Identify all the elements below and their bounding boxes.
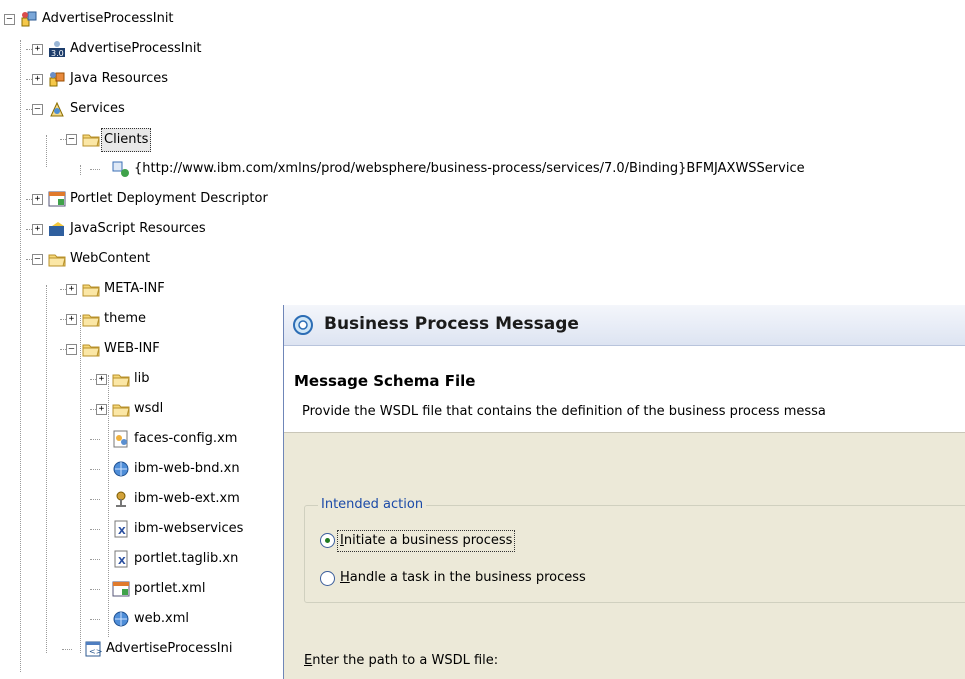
project-icon: [21, 11, 37, 27]
java-resources-icon: [49, 72, 65, 87]
initiate-process-label: Initiate a business process: [337, 530, 516, 552]
folder-icon: [82, 134, 100, 147]
dialog-title: Business Process Message: [324, 314, 579, 334]
faces-config-icon: [113, 430, 128, 448]
tree-node-label: WebContent: [70, 251, 151, 266]
tree-connector: [90, 589, 100, 590]
tree-node-label: {http://www.ibm.com/xmlns/prod/websphere…: [134, 161, 805, 176]
handle-task-label: Handle a task in the business process: [340, 570, 586, 585]
tree-node-label: Java Resources: [70, 71, 168, 86]
intended-action-label: Intended action: [318, 497, 427, 512]
header-description: Provide the WSDL file that contains the …: [302, 404, 826, 419]
tree-node-label: ibm-webservices: [134, 521, 244, 536]
tree-node-label: theme: [104, 311, 146, 326]
svg-text:<>: <>: [89, 647, 102, 656]
xml-file-icon: X: [114, 550, 128, 568]
tree-connector: [90, 619, 100, 620]
expand-toggle[interactable]: +: [96, 374, 107, 385]
expand-toggle[interactable]: +: [32, 44, 43, 55]
collapse-toggle[interactable]: –: [32, 254, 43, 265]
collapse-toggle[interactable]: –: [66, 344, 77, 355]
expand-toggle[interactable]: +: [96, 404, 107, 415]
collapse-toggle[interactable]: –: [66, 134, 77, 145]
services-icon: [50, 101, 64, 117]
tree-node-label: AdvertiseProcessIni: [106, 641, 233, 656]
folder-icon: [112, 404, 130, 417]
tree-connector: [90, 469, 100, 470]
tree-node-label: AdvertiseProcessInit: [42, 11, 174, 26]
intended-action-group: [304, 505, 965, 603]
tree-connector: [90, 499, 100, 500]
expand-toggle[interactable]: +: [66, 284, 77, 295]
handle-task-radio[interactable]: [320, 571, 335, 586]
tree-connector: [62, 649, 72, 650]
wsdl-path-label: Enter the path to a WSDL file:: [304, 653, 499, 668]
tree-connector: [90, 559, 100, 560]
javascript-resources-icon: [49, 222, 64, 236]
folder-icon: [82, 284, 100, 297]
tree-connector: [90, 169, 100, 170]
expand-toggle[interactable]: +: [32, 194, 43, 205]
tree-node-label: wsdl: [134, 401, 164, 416]
tree-node-label: META-INF: [104, 281, 165, 296]
svg-text:X: X: [118, 526, 126, 537]
tree-connector: [90, 439, 100, 440]
tree-node-label: lib: [134, 371, 150, 386]
tree-node-label: portlet.taglib.xn: [134, 551, 239, 566]
tree-node-label: Clients: [101, 128, 152, 152]
initiate-process-radio[interactable]: [320, 533, 335, 548]
xml-file-icon: X: [114, 520, 128, 538]
service-client-icon: [112, 161, 129, 177]
tree-connector: [90, 529, 100, 530]
tree-node-label: Portlet Deployment Descriptor: [70, 191, 268, 206]
collapse-toggle[interactable]: –: [32, 104, 43, 115]
tree-node-label: ibm-web-bnd.xn: [134, 461, 240, 476]
expand-toggle[interactable]: +: [66, 314, 77, 325]
folder-icon: [82, 344, 100, 357]
header-title: Message Schema File: [294, 372, 476, 390]
globe-icon: [113, 611, 129, 627]
business-process-icon: [293, 315, 313, 335]
folder-icon: [112, 374, 130, 387]
tree-node-label: JavaScript Resources: [70, 221, 206, 236]
web-ext-icon: [116, 491, 126, 507]
collapse-toggle[interactable]: –: [4, 14, 15, 25]
folder-icon: [48, 254, 66, 267]
expand-toggle[interactable]: +: [32, 74, 43, 85]
tree-node-label: faces-config.xm: [134, 431, 238, 446]
version-30-icon: 3.0: [49, 41, 65, 58]
svg-text:3.0: 3.0: [51, 49, 64, 58]
portlet-descriptor-icon: [48, 191, 66, 207]
dialog-titlebar[interactable]: Business Process Message: [284, 305, 965, 346]
portlet-xml-icon: [112, 581, 130, 597]
globe-icon: [113, 461, 129, 477]
web-app-file-icon: <>: [85, 641, 102, 657]
tree-node-label: AdvertiseProcessInit: [70, 41, 202, 56]
business-process-message-dialog: Business Process Message Message Schema …: [283, 305, 965, 679]
svg-text:X: X: [118, 556, 126, 567]
expand-toggle[interactable]: +: [32, 224, 43, 235]
tree-node-label: ibm-web-ext.xm: [134, 491, 240, 506]
folder-icon: [82, 314, 100, 327]
dialog-header: Message Schema File Provide the WSDL fil…: [284, 346, 965, 433]
tree-node-label: WEB-INF: [104, 341, 160, 356]
tree-node-label: Services: [70, 101, 125, 116]
tree-node-label: web.xml: [134, 611, 189, 626]
tree-node-label: portlet.xml: [134, 581, 206, 596]
